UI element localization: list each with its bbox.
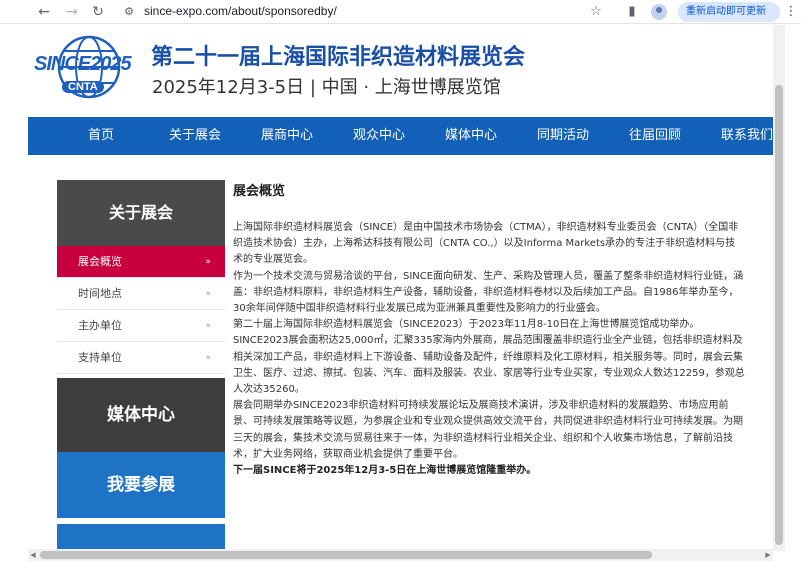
browser-toolbar: ← → ↻ ⚙ since-expo.com/about/sponsoredby… bbox=[0, 0, 801, 24]
horizontal-scrollbar[interactable]: ◀ ▶ bbox=[28, 549, 773, 561]
sidebar-item-label: 主办单位 bbox=[78, 319, 122, 332]
scroll-left-icon[interactable]: ◀ bbox=[28, 549, 38, 561]
site-header: SINCE2025 CNTA 第二十一届上海国际非织造材料展览会 2025年12… bbox=[28, 25, 773, 117]
double-chevron-icon: » bbox=[205, 321, 211, 331]
browser-menu-icon[interactable]: ⋮ bbox=[784, 2, 798, 22]
nav-visitors[interactable]: 观众中心 bbox=[353, 117, 405, 155]
site-subtitle: 2025年12月3-5日 | 中国 · 上海世博展览馆 bbox=[152, 77, 501, 98]
sidebar-heading: 关于展会 bbox=[57, 180, 225, 246]
page-title: 展会概览 bbox=[233, 184, 286, 199]
page-viewport: SINCE2025 CNTA 第二十一届上海国际非织造材料展览会 2025年12… bbox=[28, 25, 773, 549]
scrollbar-thumb[interactable] bbox=[40, 551, 652, 559]
sidebar-item-label: 时间地点 bbox=[78, 287, 122, 300]
site-info-icon[interactable]: ⚙ bbox=[120, 3, 138, 21]
scrollbar-thumb[interactable] bbox=[775, 85, 783, 545]
double-chevron-icon: » bbox=[205, 289, 211, 299]
since-logo[interactable]: SINCE2025 CNTA bbox=[34, 29, 144, 113]
vertical-scrollbar[interactable] bbox=[773, 25, 785, 551]
bookmark-star-icon[interactable]: ☆ bbox=[586, 2, 606, 22]
sidebar: 关于展会 展会概览 » 时间地点 » 主办单位 » 支持单位 » 媒体中心 我要… bbox=[57, 180, 225, 549]
media-center-banner[interactable]: 媒体中心 bbox=[57, 378, 225, 452]
profile-avatar[interactable] bbox=[651, 4, 667, 20]
nav-events[interactable]: 同期活动 bbox=[537, 117, 589, 155]
exhibit-signup-banner[interactable]: 我要参展 bbox=[57, 452, 225, 518]
sidebar-item-label: 支持单位 bbox=[78, 351, 122, 364]
side-panel-icon[interactable]: ▮ bbox=[622, 2, 642, 22]
nav-media[interactable]: 媒体中心 bbox=[445, 117, 497, 155]
sidebar-item-label: 展会概览 bbox=[78, 255, 122, 268]
site-title: 第二十一届上海国际非织造材料展览会 bbox=[151, 45, 526, 70]
paragraph: 作为一个技术交流与贸易洽谈的平台，SINCE面向研发、生产、采购及管理人员，覆盖… bbox=[233, 270, 744, 315]
paragraph: 展会同期举办SINCE2023非织造材料可持续发展论坛及展商技术演讲，涉及非织造… bbox=[233, 400, 743, 460]
nav-about[interactable]: 关于展会 bbox=[169, 117, 221, 155]
forward-icon[interactable]: → bbox=[62, 2, 82, 22]
main-nav: 首页 关于展会 展商中心 观众中心 媒体中心 同期活动 往届回顾 联系我们 bbox=[28, 117, 773, 155]
logo-cnta: CNTA bbox=[62, 81, 104, 93]
reload-icon[interactable]: ↻ bbox=[88, 2, 108, 22]
back-icon[interactable]: ← bbox=[34, 2, 54, 22]
sidebar-item-time-place[interactable]: 时间地点 » bbox=[57, 278, 225, 310]
paragraph: 第二十届上海国际非织造材料展览会（SINCE2023）于2023年11月8-10… bbox=[233, 319, 745, 396]
nav-contact[interactable]: 联系我们 bbox=[721, 117, 773, 155]
sidebar-item-overview[interactable]: 展会概览 » bbox=[57, 246, 225, 278]
nav-home[interactable]: 首页 bbox=[88, 117, 114, 155]
paragraph: 上海国际非织造材料展览会（SINCE）是由中国技术市场协会（CTMA），非织造材… bbox=[233, 222, 739, 266]
paragraph-next-edition: 下一届SINCE将于2025年12月3-5日在上海世博展览馆隆重举办。 bbox=[233, 465, 537, 477]
address-bar[interactable]: since-expo.com/about/sponsoredby/ bbox=[144, 4, 337, 18]
sidebar-item-organizers[interactable]: 主办单位 » bbox=[57, 310, 225, 342]
content-body: 上海国际非织造材料展览会（SINCE）是由中国技术市场协会（CTMA），非织造材… bbox=[233, 220, 745, 479]
logo-text: SINCE2025 bbox=[34, 53, 132, 75]
nav-history[interactable]: 往届回顾 bbox=[629, 117, 681, 155]
nav-exhibitors[interactable]: 展商中心 bbox=[261, 117, 313, 155]
double-chevron-icon: » bbox=[205, 353, 211, 363]
update-button[interactable]: 重新启动即可更新 bbox=[678, 2, 780, 22]
sidebar-banner-3[interactable] bbox=[57, 524, 225, 549]
double-chevron-icon: » bbox=[205, 257, 211, 267]
scroll-right-icon[interactable]: ▶ bbox=[763, 549, 773, 561]
sidebar-item-supporters[interactable]: 支持单位 » bbox=[57, 342, 225, 374]
